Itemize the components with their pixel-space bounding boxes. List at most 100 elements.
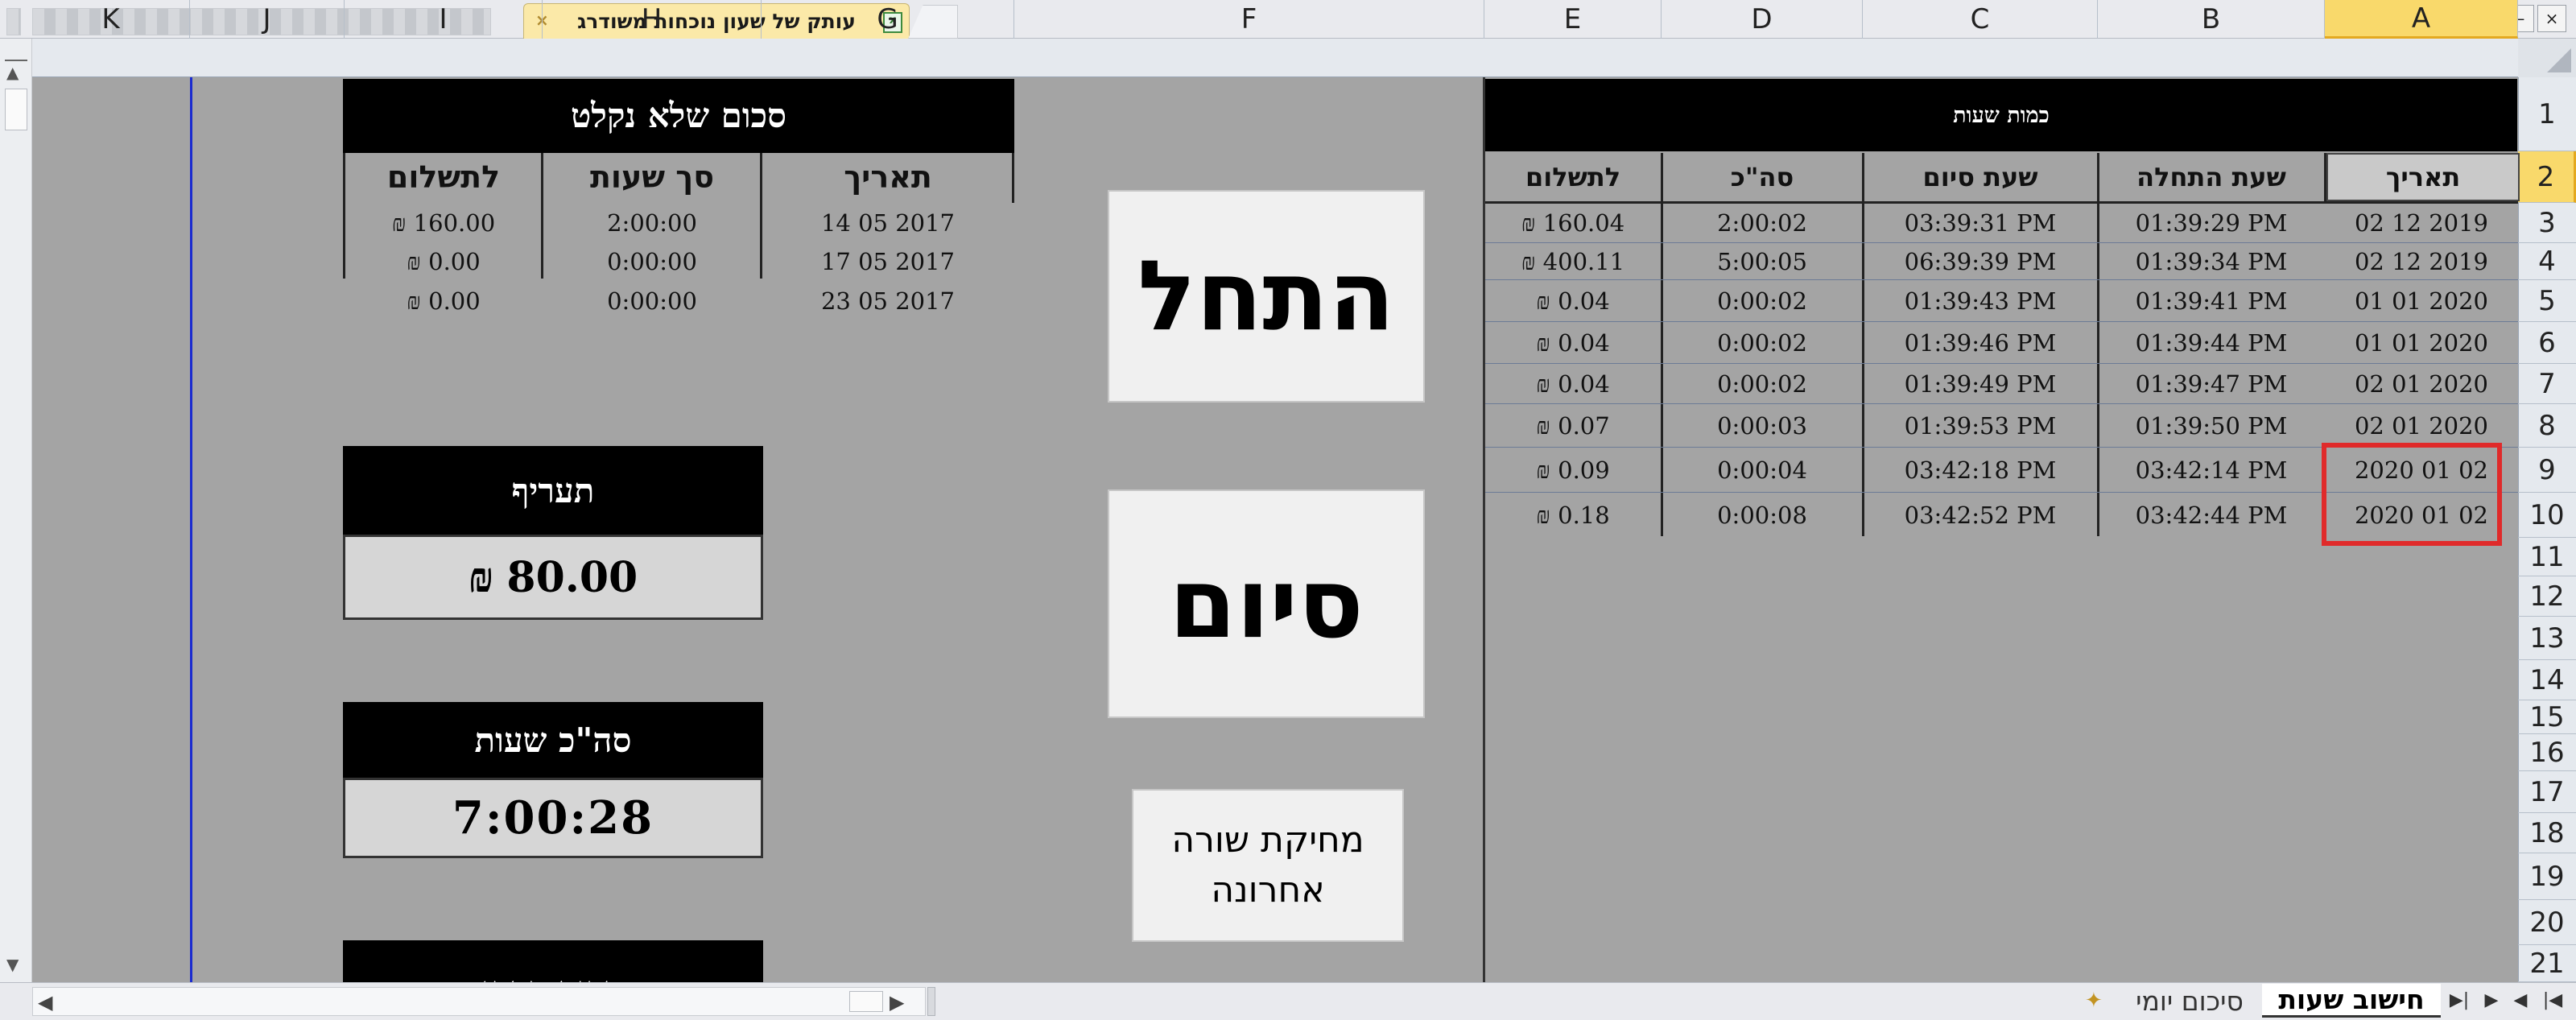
cell-end[interactable]: 01:39:46 PM	[1863, 322, 2098, 364]
scroll-left-icon[interactable]: ◀	[38, 991, 52, 1014]
cell-total[interactable]: 0:00:02	[1662, 280, 1863, 322]
summary-cell-date[interactable]: 14 05 2017	[762, 203, 1014, 243]
cell-end[interactable]: 01:39:53 PM	[1863, 404, 2098, 448]
next-sheet-icon[interactable]: ▶	[2479, 989, 2504, 1013]
column-header-F[interactable]: F	[1014, 0, 1484, 39]
row-header-13[interactable]: 13	[2518, 617, 2576, 660]
cell-payment[interactable]: ₪ 160.04	[1484, 203, 1662, 243]
cell-payment[interactable]: ₪ 0.07	[1484, 404, 1662, 448]
summary-cell-date[interactable]: 17 05 2017	[762, 243, 1014, 280]
scroll-right-icon[interactable]: ▶	[890, 991, 904, 1014]
cell-total[interactable]: 0:00:03	[1662, 404, 1863, 448]
column-header-A[interactable]: A	[2325, 0, 2518, 39]
cell-total[interactable]: 0:00:04	[1662, 448, 1863, 493]
first-sheet-icon[interactable]: |◀	[2541, 989, 2565, 1013]
row-header-21[interactable]: 21	[2518, 945, 2576, 982]
summary-cell-payment[interactable]: ₪ 160.00	[345, 203, 543, 243]
row-header-20[interactable]: 20	[2518, 900, 2576, 945]
cell-start[interactable]: 01:39:34 PM	[2098, 243, 2325, 280]
cell-end[interactable]: 01:39:43 PM	[1863, 280, 2098, 322]
total-hours-value[interactable]: 7:00:28	[343, 778, 763, 858]
column-header-D[interactable]: D	[1662, 0, 1863, 39]
row-header-3[interactable]: 3	[2518, 203, 2576, 243]
column-header-B[interactable]: B	[2098, 0, 2325, 39]
delete-last-row-button[interactable]: מחיקת שורה אחרונה	[1132, 789, 1404, 942]
start-button[interactable]: התחל	[1108, 190, 1425, 403]
row-header-5[interactable]: 5	[2518, 280, 2576, 322]
row-header-1[interactable]: 1	[2518, 77, 2576, 151]
cell-end[interactable]: 03:42:52 PM	[1863, 493, 2098, 538]
row-header-14[interactable]: 14	[2518, 660, 2576, 700]
vertical-scrollbar[interactable]: ▲ ▼	[0, 39, 32, 982]
cell-date[interactable]: 02 01 2020	[2325, 404, 2518, 448]
end-button[interactable]: סיום	[1108, 489, 1425, 718]
scroll-down-icon[interactable]: ▼	[6, 955, 19, 974]
cell-start[interactable]: 03:42:14 PM	[2098, 448, 2325, 493]
cell-end[interactable]: 03:42:18 PM	[1863, 448, 2098, 493]
cell-total[interactable]: 2:00:02	[1662, 203, 1863, 243]
cell-total[interactable]: 0:00:02	[1662, 364, 1863, 404]
prev-sheet-icon[interactable]: ◀	[2508, 989, 2533, 1013]
summary-cell-hours[interactable]: 0:00:00	[543, 280, 762, 322]
row-header-6[interactable]: 6	[2518, 322, 2576, 364]
summary-cell-hours[interactable]: 0:00:00	[543, 243, 762, 280]
row-header-17[interactable]: 17	[2518, 771, 2576, 813]
cell-payment[interactable]: ₪ 0.18	[1484, 493, 1662, 538]
cell-start[interactable]: 01:39:47 PM	[2098, 364, 2325, 404]
horizontal-scrollbar[interactable]: ◀ ▶	[32, 987, 926, 1016]
row-header-19[interactable]: 19	[2518, 853, 2576, 900]
cell-total[interactable]: 0:00:02	[1662, 322, 1863, 364]
cell-start[interactable]: 01:39:50 PM	[2098, 404, 2325, 448]
summary-cell-payment[interactable]: ₪ 0.00	[345, 243, 543, 280]
column-header-G[interactable]: G	[762, 0, 1014, 39]
cell-end[interactable]: 06:39:39 PM	[1863, 243, 2098, 280]
row-header-8[interactable]: 8	[2518, 404, 2576, 448]
cell-end[interactable]: 01:39:49 PM	[1863, 364, 2098, 404]
split-handle[interactable]	[5, 60, 27, 61]
row-header-7[interactable]: 7	[2518, 364, 2576, 404]
sheet-tab-hours-calc[interactable]: חישוב שעות	[2262, 984, 2441, 1018]
summary-cell-hours[interactable]: 2:00:00	[543, 203, 762, 243]
summary-cell-payment[interactable]: ₪ 0.00	[345, 280, 543, 322]
column-header-E[interactable]: E	[1484, 0, 1662, 39]
cell-payment[interactable]: ₪ 400.11	[1484, 243, 1662, 280]
cell-payment[interactable]: ₪ 0.09	[1484, 448, 1662, 493]
column-header-J[interactable]: J	[190, 0, 345, 39]
horizontal-scroll-thumb[interactable]	[849, 991, 883, 1012]
cell-start[interactable]: 03:42:44 PM	[2098, 493, 2325, 538]
sheet-tab-daily-summary[interactable]: סיכום יומי	[2122, 984, 2257, 1018]
cell-start[interactable]: 01:39:29 PM	[2098, 203, 2325, 243]
cell-payment[interactable]: ₪ 0.04	[1484, 322, 1662, 364]
column-header-C[interactable]: C	[1863, 0, 2098, 39]
select-all-corner[interactable]	[2518, 39, 2576, 77]
cell-payment[interactable]: ₪ 0.04	[1484, 280, 1662, 322]
row-header-11[interactable]: 11	[2518, 538, 2576, 576]
cell-date[interactable]: 02 12 2019	[2325, 243, 2518, 280]
row-header-10[interactable]: 10	[2518, 493, 2576, 538]
tab-split-handle[interactable]	[927, 987, 935, 1016]
cell-end[interactable]: 03:39:31 PM	[1863, 203, 2098, 243]
cell-payment[interactable]: ₪ 0.04	[1484, 364, 1662, 404]
column-header-H[interactable]: H	[543, 0, 762, 39]
cell-date[interactable]: 01 01 2020	[2325, 322, 2518, 364]
row-header-12[interactable]: 12	[2518, 576, 2576, 617]
column-header-I[interactable]: I	[345, 0, 543, 39]
rate-value-box[interactable]: ₪ 80.00	[343, 535, 763, 620]
vertical-scroll-thumb[interactable]	[5, 89, 27, 130]
column-header-K[interactable]: K	[32, 0, 190, 39]
cell-date[interactable]: 01 01 2020	[2325, 280, 2518, 322]
cell-start[interactable]: 01:39:44 PM	[2098, 322, 2325, 364]
last-sheet-icon[interactable]: ▶|	[2447, 989, 2471, 1013]
row-header-9[interactable]: 9	[2518, 448, 2576, 493]
cell-total[interactable]: 0:00:08	[1662, 493, 1863, 538]
cell-date[interactable]: 02 12 2019	[2325, 203, 2518, 243]
row-header-15[interactable]: 15	[2518, 700, 2576, 734]
insert-sheet-icon[interactable]: ✦	[2085, 989, 2103, 1013]
row-header-16[interactable]: 16	[2518, 734, 2576, 771]
scroll-up-icon[interactable]: ▲	[6, 63, 19, 82]
row-header-4[interactable]: 4	[2518, 243, 2576, 280]
cell-start[interactable]: 01:39:41 PM	[2098, 280, 2325, 322]
cell-total[interactable]: 5:00:05	[1662, 243, 1863, 280]
row-header-18[interactable]: 18	[2518, 813, 2576, 853]
cell-date[interactable]: 02 01 2020	[2325, 364, 2518, 404]
